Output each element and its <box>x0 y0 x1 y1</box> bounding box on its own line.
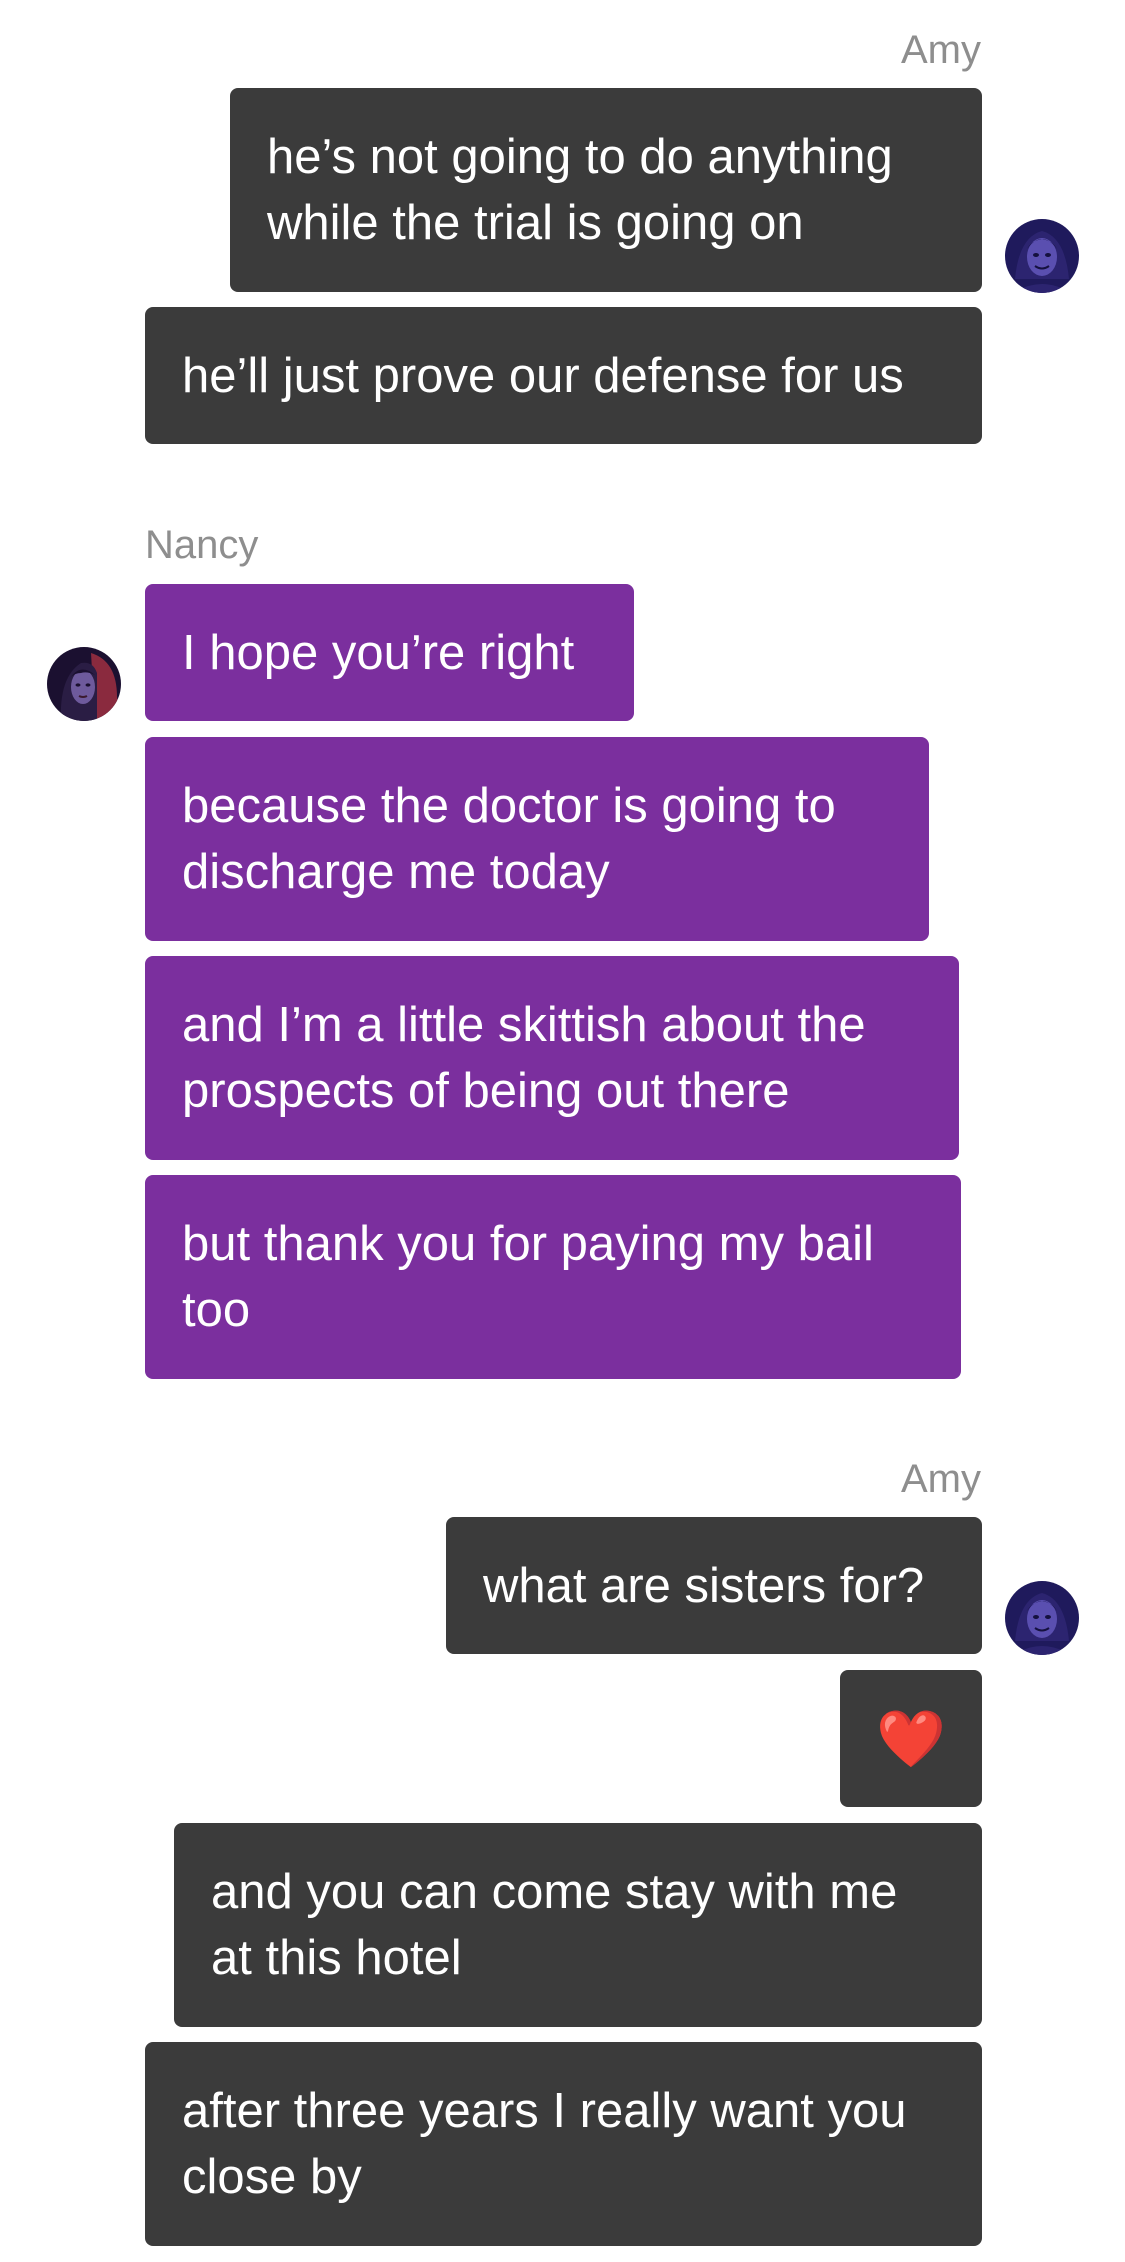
amy-avatar-icon[interactable] <box>1005 1581 1079 1655</box>
message-text: because the doctor is going to discharge… <box>182 779 836 899</box>
message-bubble[interactable]: he’ll just prove our defense for us <box>145 307 982 444</box>
message-bubble[interactable]: I hope you’re right <box>145 584 634 721</box>
message-text: and you can come stay with me at this ho… <box>211 1865 898 1985</box>
message-bubble[interactable]: he’s not going to do anything while the … <box>230 88 982 292</box>
message-bubble[interactable]: after three years I really want you clos… <box>145 2042 982 2246</box>
message-bubble[interactable]: ❤️ <box>840 1670 982 1807</box>
message-bubble[interactable]: what are sisters for? <box>446 1517 982 1654</box>
message-text: but thank you for paying my bail too <box>182 1217 874 1337</box>
amy-avatar-icon[interactable] <box>1005 219 1079 293</box>
message-text: he’s not going to do anything while the … <box>267 130 893 250</box>
message-text: after three years I really want you clos… <box>182 2084 907 2204</box>
sender-name-amy: Amy <box>901 28 981 72</box>
nancy-avatar-icon[interactable] <box>47 647 121 721</box>
message-bubble[interactable]: because the doctor is going to discharge… <box>145 737 929 941</box>
message-bubble[interactable]: but thank you for paying my bail too <box>145 1175 961 1379</box>
message-bubble[interactable]: and I’m a little skittish about the pros… <box>145 956 959 1160</box>
sender-name-nancy: Nancy <box>145 523 259 567</box>
sender-name-amy: Amy <box>901 1457 981 1501</box>
message-text: I hope you’re right <box>182 625 575 680</box>
message-text: he’ll just prove our defense for us <box>182 348 904 403</box>
message-text: what are sisters for? <box>483 1558 925 1613</box>
heart-emoji-icon: ❤️ <box>876 1706 946 1770</box>
message-text: and I’m a little skittish about the pros… <box>182 998 866 1118</box>
message-bubble[interactable]: and you can come stay with me at this ho… <box>174 1823 982 2027</box>
